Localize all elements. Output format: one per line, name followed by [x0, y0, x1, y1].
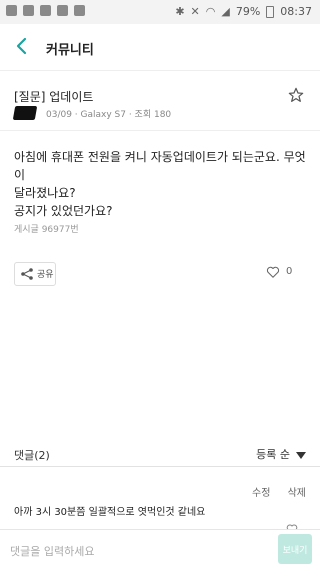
post-body: 아침에 휴대폰 전원을 켜니 자동업데이트가 되는군요. 무엇이 달라졌나요? … [14, 148, 306, 220]
back-button[interactable] [12, 36, 32, 56]
post-body-line: 아침에 휴대폰 전원을 켜니 자동업데이트가 되는군요. 무엇이 [14, 150, 306, 182]
notification-icon [23, 5, 34, 16]
app-bar: 커뮤니티 [0, 24, 320, 71]
post-body-line: 공지가 있었던가요? [14, 204, 113, 218]
comment-text: 아까 3시 30분쯤 일괄적으로 엿먹인것 같네요 [14, 507, 206, 518]
author-avatar[interactable] [12, 106, 38, 120]
page-title: 커뮤니티 [46, 43, 94, 58]
wifi-icon: ◠ [205, 5, 216, 18]
comment-actions: 수정 삭제 [238, 484, 306, 499]
bluetooth-icon: ✱ [175, 5, 185, 18]
sort-dropdown[interactable]: 등록 순 [256, 446, 306, 462]
status-bar: ✱ ✕ ◠ ◢ 79% 08:37 [0, 0, 320, 24]
bookmark-button[interactable] [288, 87, 304, 103]
comments-header: 댓글(2) 등록 순 [0, 440, 320, 467]
send-button[interactable]: 보내기 [278, 534, 312, 564]
clock: 08:37 [280, 5, 312, 18]
like-count: 0 [286, 266, 293, 277]
heart-outline-icon [266, 266, 280, 278]
mute-icon: ✕ [190, 5, 200, 18]
sort-label: 등록 순 [256, 448, 290, 461]
notification-icon [6, 5, 17, 16]
delete-comment-button[interactable]: 삭제 [288, 488, 306, 499]
post-body-line: 달라졌나요? [14, 186, 76, 200]
comment-input[interactable] [8, 538, 270, 564]
notification-icon [40, 5, 51, 16]
comments-count: 댓글(2) [14, 449, 50, 462]
arrow-left-icon [16, 37, 27, 55]
share-button[interactable]: 공유 [14, 262, 56, 286]
triangle-down-icon [296, 451, 306, 459]
post-meta: 03/09 · Galaxy S7 · 조회 180 [46, 110, 172, 120]
share-icon [21, 268, 33, 280]
post-title: [질문] 업데이트 [14, 90, 94, 104]
notification-icon [74, 5, 85, 16]
battery-text: 79% [235, 5, 261, 18]
status-notification-icons [6, 5, 85, 16]
status-system-icons: ✱ ✕ ◠ ◢ 79% 08:37 [175, 5, 312, 18]
star-outline-icon [288, 87, 304, 102]
notification-icon [57, 5, 68, 16]
share-label: 공유 [37, 270, 54, 280]
battery-icon [266, 5, 275, 18]
comment-input-bar: 보내기 [0, 529, 320, 570]
like-button[interactable]: 0 [266, 265, 306, 281]
post-views: 게시글 96977번 [14, 225, 79, 235]
post-header: [질문] 업데이트 03/09 · Galaxy S7 · 조회 180 [0, 70, 320, 131]
signal-icon: ◢ [221, 5, 230, 18]
edit-comment-button[interactable]: 수정 [252, 488, 270, 499]
